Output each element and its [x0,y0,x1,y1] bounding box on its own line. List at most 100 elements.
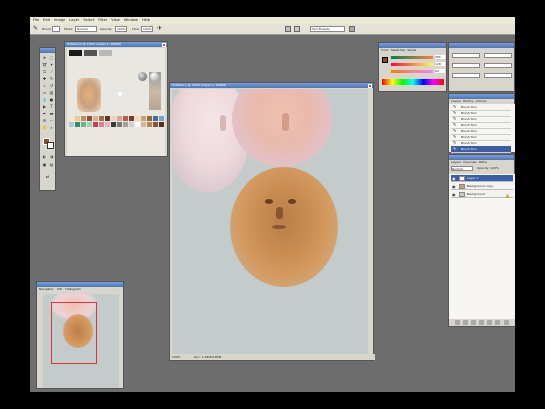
dodge-tool-icon[interactable]: ● [49,97,54,102]
menu-help[interactable]: Help [142,17,150,24]
tab-paths[interactable]: Paths [479,160,487,164]
tab-actions[interactable]: Actions [476,99,487,103]
navigator-view-box[interactable] [51,302,97,364]
document-canvas[interactable] [172,89,368,355]
color-swatch[interactable] [105,122,110,127]
history-item-current[interactable]: ✎ Brush Tool [451,146,511,153]
group-icon[interactable] [487,320,492,325]
color-swatch[interactable] [93,122,98,127]
type-tool-icon[interactable]: T [49,104,54,109]
eyedropper-tool-icon[interactable]: ⌐ [49,118,54,123]
color-swatch[interactable] [123,122,128,127]
layer-row[interactable]: ◉ Background copy [451,183,513,190]
red-value[interactable]: 255 [435,55,445,59]
color-swatch[interactable] [99,122,104,127]
color-swatch[interactable] [117,116,122,121]
color-swatch[interactable] [117,122,122,127]
adjustment-icon[interactable] [479,320,484,325]
quickmask-icon[interactable]: ◐ [42,154,47,159]
color-swatch[interactable] [159,116,164,121]
airbrush-icon[interactable]: ✈ [157,25,162,32]
screen-mode-icon[interactable]: ▣ [42,162,47,167]
brush-tool-icon[interactable]: ✎ [33,25,38,32]
tab-layers[interactable]: Layers [451,160,461,164]
tab-history[interactable]: History [463,99,474,103]
brush-options-field-4[interactable] [484,63,512,68]
trash-icon[interactable] [504,320,509,325]
color-swatch[interactable] [87,122,92,127]
color-swatch[interactable] [84,50,97,56]
menu-edit[interactable]: Edit [43,17,50,24]
color-spectrum-ramp[interactable] [382,79,444,85]
color-swatch[interactable] [147,122,152,127]
quickmask-off-icon[interactable]: ◑ [49,154,54,159]
menu-image[interactable]: Image [54,17,65,24]
close-icon[interactable] [162,42,166,47]
menu-window[interactable]: Window [124,17,138,24]
flow-field[interactable]: 100% [141,26,153,32]
color-swatch[interactable] [147,116,152,121]
color-swatch[interactable] [123,116,128,121]
notes-tool-icon[interactable]: ✉ [42,118,47,123]
tab-color[interactable]: Color [381,48,389,52]
brush-preset-picker[interactable] [52,26,60,32]
tab-channels[interactable]: Channels [463,160,477,164]
green-slider[interactable] [391,63,433,66]
new-layer-icon[interactable] [495,320,500,325]
move-tool-icon[interactable]: ➤ [42,55,47,60]
layer-row[interactable]: ◉ Layer 1 [451,175,513,182]
color-swatch[interactable] [114,50,127,56]
color-swatch[interactable] [111,122,116,127]
menu-layer[interactable]: Layer [69,17,79,24]
tab-navigator[interactable]: Navigator [39,287,54,292]
visibility-eye-icon[interactable]: ◉ [452,176,456,181]
color-swatch[interactable] [129,122,134,127]
red-slider[interactable] [391,56,433,59]
marquee-tool-icon[interactable]: ⬚ [49,55,54,60]
color-swatch[interactable] [153,122,158,127]
color-swatch[interactable] [99,116,104,121]
palette-well-icon[interactable] [285,26,291,32]
fx-icon[interactable] [463,320,468,325]
gradient-tool-icon[interactable]: ▥ [49,90,54,95]
shape-tool-icon[interactable]: ▬ [49,111,54,116]
color-swatch[interactable] [129,116,134,121]
color-swatch[interactable] [81,122,86,127]
color-swatch[interactable] [75,116,80,121]
menu-view[interactable]: View [111,17,120,24]
wand-tool-icon[interactable]: ✦ [49,62,54,67]
path-select-icon[interactable]: ▶ [42,104,47,109]
color-swatch[interactable] [75,122,80,127]
color-fg-swatch[interactable] [382,57,388,63]
color-swatch[interactable] [141,122,146,127]
tab-layers-history[interactable]: Layers [451,99,461,103]
color-swatch[interactable] [69,116,74,121]
layer-opacity-field[interactable]: Opacity: 100% [477,166,513,171]
hand-tool-icon[interactable]: ✋ [42,125,47,130]
blue-slider[interactable] [391,70,433,73]
close-icon[interactable] [368,83,372,88]
brush-options-field-6[interactable] [484,73,512,78]
color-swatch[interactable] [69,50,82,56]
color-swatch[interactable] [81,116,86,121]
menu-select[interactable]: Select [83,17,94,24]
brush-options-field-2[interactable] [484,53,512,58]
brush-tool-icon[interactable]: ✎ [49,76,54,81]
color-swatch[interactable] [69,122,74,127]
blue-value[interactable]: 64 [435,69,445,73]
color-swatch[interactable] [105,116,110,121]
tab-histogram[interactable]: Histogram [65,287,81,292]
print-icon[interactable] [294,26,300,32]
slice-tool-icon[interactable]: ⟋ [49,69,54,74]
workspace-select[interactable]: Tool Presets [310,26,345,32]
pen-tool-icon[interactable]: ✒ [42,111,47,116]
visibility-eye-icon[interactable]: ◉ [452,192,456,197]
color-swatch[interactable] [159,122,164,127]
menu-filter[interactable]: Filter [98,17,107,24]
stamp-tool-icon[interactable]: ⊥ [42,83,47,88]
fullscreen-mode-icon[interactable]: ▤ [49,162,54,167]
zoom-field[interactable]: 100% [172,354,181,360]
color-swatch[interactable] [135,116,140,121]
crop-tool-icon[interactable]: ⌗ [42,69,47,74]
color-swatch[interactable] [135,122,140,127]
